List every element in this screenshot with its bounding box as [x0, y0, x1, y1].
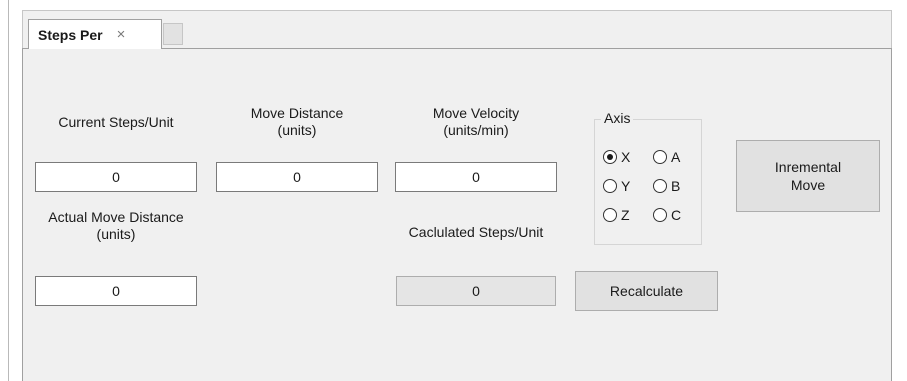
steps-per-panel: Current Steps/Unit 0 Actual Move Distanc… [22, 48, 892, 381]
axis-radio-c[interactable]: C [653, 207, 681, 223]
radio-dot-icon [607, 154, 613, 160]
current-steps-field[interactable]: 0 [35, 162, 197, 192]
radio-unselected-icon [653, 179, 667, 193]
new-tab-button[interactable] [163, 23, 183, 45]
radio-unselected-icon [603, 208, 617, 222]
calculated-steps-field: 0 [396, 276, 556, 306]
tab-steps-per[interactable]: Steps Per × [28, 19, 162, 49]
radio-unselected-icon [603, 179, 617, 193]
axis-radio-z[interactable]: Z [603, 207, 630, 223]
axis-radio-a[interactable]: A [653, 149, 680, 165]
axis-group-title: Axis [601, 110, 634, 127]
calculated-steps-label: Caclulated Steps/Unit [408, 224, 544, 240]
radio-unselected-icon [653, 150, 667, 164]
radio-selected-icon [603, 150, 617, 164]
current-steps-label: Current Steps/Unit [58, 114, 174, 130]
steps-per-window: Steps Per × Current Steps/Unit 0 Actual … [0, 0, 907, 381]
axis-radio-b[interactable]: B [653, 178, 680, 194]
axis-radio-x[interactable]: X [603, 149, 630, 165]
move-velocity-label: Move Velocity (units/min) [432, 105, 520, 138]
move-distance-label: Move Distance (units) [250, 105, 344, 138]
actual-move-distance-field[interactable]: 0 [35, 276, 197, 306]
axis-groupbox: Axis X A Y B Z C [594, 110, 702, 245]
close-icon[interactable]: × [117, 27, 126, 42]
recalculate-button[interactable]: Recalculate [575, 271, 718, 311]
actual-move-distance-label: Actual Move Distance (units) [48, 209, 184, 242]
move-velocity-field[interactable]: 0 [395, 162, 557, 192]
incremental-move-button[interactable]: Inremental Move [736, 140, 880, 212]
radio-unselected-icon [653, 208, 667, 222]
window-left-border [8, 0, 9, 381]
move-distance-field[interactable]: 0 [216, 162, 378, 192]
axis-radio-y[interactable]: Y [603, 178, 630, 194]
tab-label: Steps Per [38, 26, 103, 43]
